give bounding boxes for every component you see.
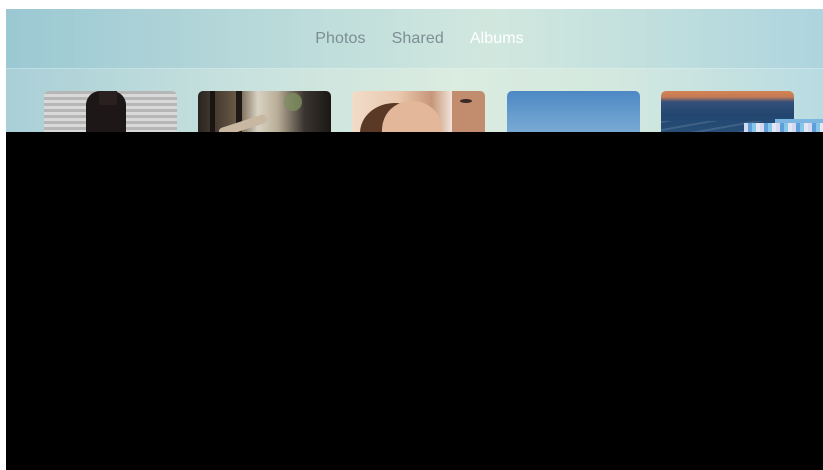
tab-photos[interactable]: Photos: [315, 30, 365, 48]
blank-screen-area: [6, 132, 823, 470]
tab-bar: Photos Shared Albums: [6, 9, 823, 69]
tv-screen: Photos Shared Albums: [6, 9, 823, 470]
tab-albums[interactable]: Albums: [470, 30, 524, 48]
tab-shared[interactable]: Shared: [392, 30, 444, 48]
person-figure-detail: [99, 91, 117, 105]
plant-shape: [284, 93, 302, 111]
render-artifact: [744, 123, 823, 132]
eye-shape: [460, 99, 472, 103]
